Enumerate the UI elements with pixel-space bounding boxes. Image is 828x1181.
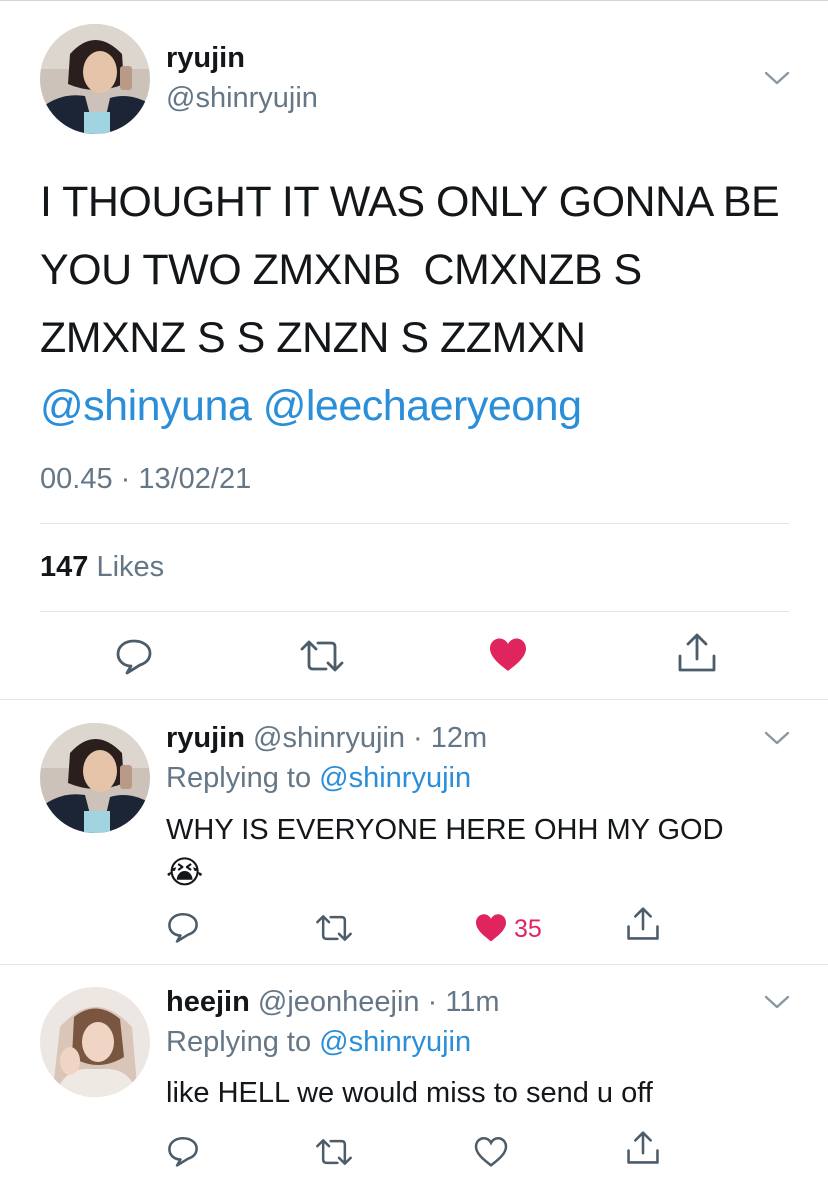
share-icon[interactable] [677, 632, 717, 674]
tweet-mentions[interactable]: @shinyuna @leechaeryeong [40, 372, 779, 440]
likes-count: 147 [40, 551, 89, 583]
reply-text: like HELL we would miss to send u off [166, 1077, 653, 1109]
reply-header: ryujin @shinryujin · 12m [166, 722, 487, 755]
divider [0, 964, 828, 965]
reply-display-name[interactable]: ryujin [166, 722, 245, 754]
reply-handle[interactable]: @jeonheejin [258, 986, 420, 1018]
top-border [0, 0, 828, 1]
tweet-text-line: ZMXNZ S S ZNZN S ZZMXN [40, 314, 586, 362]
tweet-timestamp[interactable]: 00.45 · 13/02/21 [40, 463, 251, 496]
like-count: 35 [514, 915, 542, 943]
chevron-down-icon[interactable] [764, 730, 790, 746]
main-display-name[interactable]: ryujin [166, 42, 245, 75]
replying-label: Replying to [166, 762, 312, 794]
avatar-ryujin[interactable] [40, 723, 150, 833]
share-icon[interactable] [626, 1130, 660, 1166]
tweet-text-line: I THOUGHT IT WAS ONLY GONNA BE [40, 178, 780, 226]
reply-icon[interactable] [166, 1134, 200, 1168]
tweet-text-line: YOU TWO ZMXNB CMXNZB S [40, 246, 642, 294]
reply-time: · 11m [427, 986, 500, 1018]
main-tweet-text: I THOUGHT IT WAS ONLY GONNA BE YOU TWO Z… [40, 168, 780, 440]
reply-icon[interactable] [166, 910, 200, 944]
reply-text: WHY IS EVERYONE HERE OHH MY GOD [166, 814, 724, 846]
replying-handle[interactable]: @shinryujin [319, 762, 471, 794]
chevron-down-icon[interactable] [764, 70, 790, 86]
replying-to: Replying to @shinryujin [166, 1026, 471, 1059]
replying-label: Replying to [166, 1026, 312, 1058]
reply-display-name[interactable]: heejin [166, 986, 250, 1018]
heart-icon[interactable] [474, 1137, 508, 1167]
avatar-ryujin[interactable] [40, 24, 150, 134]
reply-header: heejin @jeonheejin · 11m [166, 986, 500, 1019]
retweet-icon[interactable] [314, 1137, 354, 1167]
heart-icon[interactable] [474, 913, 508, 943]
chevron-down-icon[interactable] [764, 994, 790, 1010]
main-handle[interactable]: @shinryujin [166, 82, 318, 115]
likes-label: Likes [96, 551, 165, 583]
avatar-heejin[interactable] [40, 987, 150, 1097]
likes-summary[interactable]: 147 Likes [40, 551, 164, 584]
replying-to: Replying to @shinryujin [166, 762, 471, 795]
heart-icon[interactable] [488, 637, 528, 673]
divider [0, 699, 828, 700]
divider [40, 611, 789, 612]
share-icon[interactable] [626, 906, 660, 942]
reply-icon[interactable] [114, 636, 154, 676]
reply-time: · 12m [413, 722, 488, 754]
retweet-icon[interactable] [314, 913, 354, 943]
replying-handle[interactable]: @shinryujin [319, 1026, 471, 1058]
reply-handle[interactable]: @shinryujin [253, 722, 405, 754]
retweet-icon[interactable] [298, 638, 346, 674]
crying-emoji: 😭 [166, 854, 204, 890]
divider [40, 523, 789, 524]
